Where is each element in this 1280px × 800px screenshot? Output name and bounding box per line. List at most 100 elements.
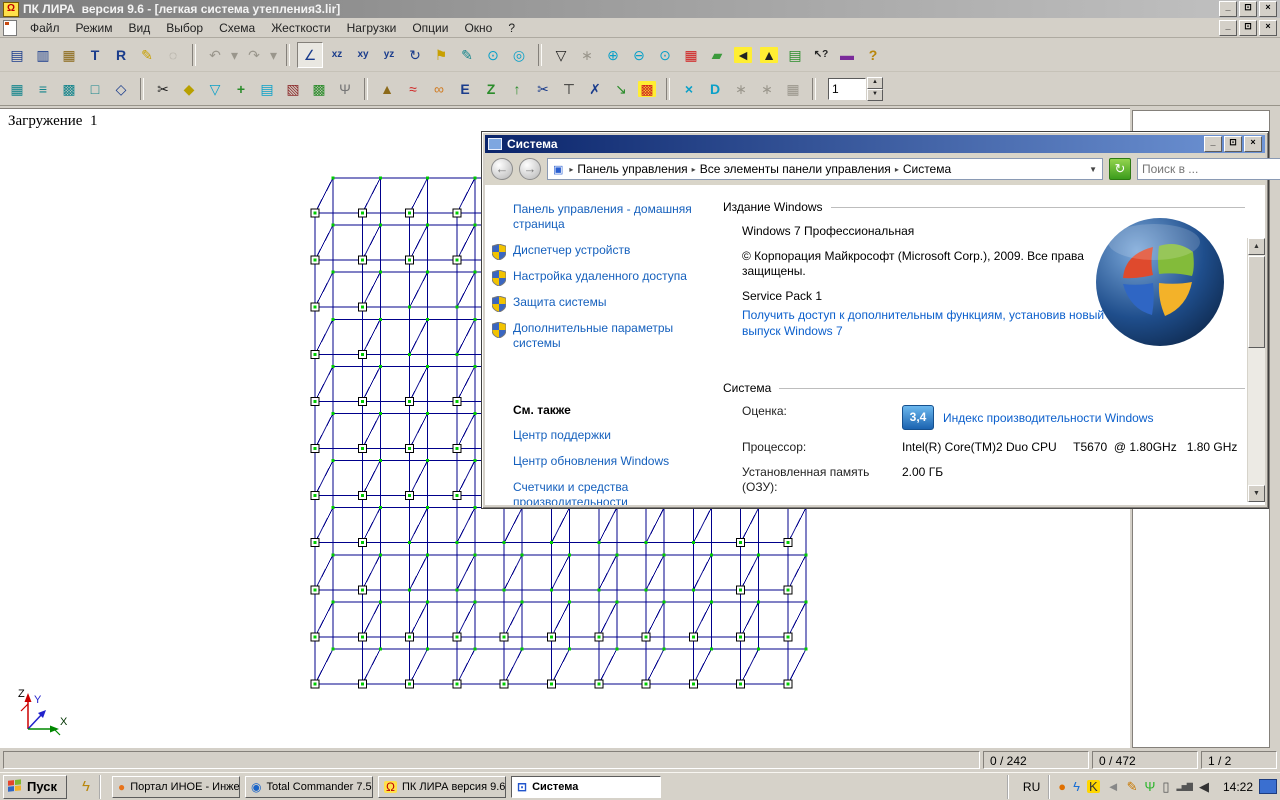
xt-icon[interactable]: ✗ [583, 77, 607, 101]
context-help-icon[interactable]: ↖? [809, 43, 833, 67]
tag-save-icon[interactable]: ▦ [57, 43, 81, 67]
zoom-world-icon[interactable]: ◎ [507, 43, 531, 67]
see-also-link[interactable]: Центр обновления Windows [513, 454, 703, 469]
menu-mode[interactable]: Режим [68, 19, 121, 37]
pencil-icon[interactable]: ✎ [455, 43, 479, 67]
text-document-icon[interactable]: T [83, 43, 107, 67]
star-icon[interactable]: ∗ [575, 43, 599, 67]
tray-volume-icon[interactable]: ◀ [1199, 780, 1209, 793]
mdi-minimize-button[interactable]: _ [1219, 20, 1237, 36]
plate-gen-icon[interactable]: ▩ [57, 77, 81, 101]
loadcase-number-input[interactable] [828, 78, 866, 100]
mdi-document-icon[interactable] [3, 20, 17, 36]
tray-wireless-icon[interactable]: Ψ [1144, 780, 1155, 793]
language-indicator[interactable]: RU [1015, 780, 1048, 794]
restore-button[interactable]: ⊡ [1239, 1, 1257, 17]
nav-home-link[interactable]: Панель управления - домашняя страница [513, 202, 703, 232]
pack-scheme-icon[interactable]: ▩ [307, 77, 331, 101]
load-chain-icon[interactable]: ∞ [427, 77, 451, 101]
close-button[interactable]: × [1259, 1, 1277, 17]
tray-lan-icon[interactable]: ▯ [1162, 780, 1169, 793]
flower2-icon[interactable]: ∗ [755, 77, 779, 101]
flower1-icon[interactable]: ∗ [729, 77, 753, 101]
cross-icon[interactable]: × [677, 77, 701, 101]
breadcrumb[interactable]: ▣ ▸Панель управления▸Все элементы панели… [547, 158, 1103, 180]
fragment-icon[interactable]: ▦ [679, 43, 703, 67]
menu-stiffness[interactable]: Жесткости [263, 19, 338, 37]
spinner-down-icon[interactable]: ▼ [867, 89, 883, 101]
pan-hand-icon[interactable]: ◌ [161, 43, 185, 67]
cut-icon[interactable]: ✂ [151, 77, 175, 101]
scroll-up-icon[interactable]: ▲ [1248, 238, 1265, 255]
docs-d-icon[interactable]: D [703, 77, 727, 101]
scroll-thumb[interactable] [1248, 256, 1265, 348]
menu-scheme[interactable]: Схема [211, 19, 263, 37]
zoom-reset-icon[interactable]: ⊙ [653, 43, 677, 67]
frame-gen-icon[interactable]: ▦ [5, 77, 29, 101]
undo-icon[interactable]: ↶ [203, 43, 227, 67]
unload-icon[interactable]: ✂ [531, 77, 555, 101]
minimize-button[interactable]: _ [1219, 1, 1237, 17]
nav-shield-link[interactable]: Защита системы [513, 295, 703, 310]
copy-fragment-icon[interactable]: ▤ [255, 77, 279, 101]
flower3-icon[interactable]: ▦ [781, 77, 805, 101]
tray-alert-icon[interactable]: K [1087, 780, 1100, 793]
iso-view-icon[interactable]: ∠ [297, 42, 323, 68]
back-button[interactable]: ← [491, 158, 513, 180]
solid-gen-icon[interactable]: ◇ [109, 77, 133, 101]
brush-icon[interactable]: ▰ [705, 43, 729, 67]
see-also-link[interactable]: Центр поддержки [513, 428, 703, 443]
flag-edit-icon[interactable]: ⚑ [429, 43, 453, 67]
add-node-icon[interactable]: + [229, 77, 253, 101]
zoom-out-icon[interactable]: ⊖ [627, 43, 651, 67]
tools-icon[interactable]: Ψ [333, 77, 357, 101]
breadcrumb-segment[interactable]: Панель управления [577, 162, 687, 176]
tower-icon[interactable]: ▲ [757, 43, 781, 67]
breadcrumb-segment[interactable]: Система [903, 162, 951, 176]
load-node-icon[interactable]: ▲ [375, 77, 399, 101]
nav-shield-link[interactable]: Дополнительные параметры системы [513, 321, 703, 351]
breadcrumb-segment[interactable]: Все элементы панели управления [700, 162, 891, 176]
tray-signal-icon[interactable]: ▂▅▇ [1177, 783, 1192, 791]
pack-open-icon[interactable]: ▥ [31, 43, 55, 67]
menu-options[interactable]: Опции [404, 19, 456, 37]
system-minimize-button[interactable]: _ [1204, 136, 1222, 152]
refresh-button[interactable]: ↻ [1109, 158, 1131, 180]
taskbar-totalcmd-button[interactable]: ◉Total Commander 7.56a ... [245, 776, 373, 798]
scroll-down-icon[interactable]: ▼ [1248, 485, 1265, 502]
search-input[interactable] [1138, 162, 1280, 176]
menu-select[interactable]: Выбор [158, 19, 211, 37]
taskbar-clock[interactable]: 14:22 [1223, 780, 1253, 794]
taskbar-system-button[interactable]: ⊡Система [511, 776, 661, 798]
redo-more-icon[interactable]: ▾ [268, 43, 279, 67]
checker-icon[interactable]: ▩ [635, 77, 659, 101]
see-also-link[interactable]: Счетчики и средства производительности [513, 480, 703, 505]
tray-power-icon[interactable]: ϟ [1073, 780, 1080, 793]
menu-window[interactable]: Окно [456, 19, 500, 37]
tray-antivirus-icon[interactable]: ● [1058, 780, 1066, 793]
scrollbar[interactable]: ▲ ▼ [1247, 238, 1265, 502]
undo-more-icon[interactable]: ▾ [229, 43, 240, 67]
spinner-up-icon[interactable]: ▲ [867, 77, 883, 89]
load-line-icon[interactable]: ≈ [401, 77, 425, 101]
load-z-icon[interactable]: Z [479, 77, 503, 101]
quick-launch-icon[interactable]: ϟ [73, 775, 101, 799]
menu-file[interactable]: Файл [22, 19, 68, 37]
menu-loads[interactable]: Нагрузки [339, 19, 405, 37]
taskbar-firefox-button[interactable]: ●Портал ИНОЕ - Инжене... [112, 776, 240, 798]
menu-view[interactable]: Вид [121, 19, 159, 37]
xy-view-icon[interactable]: xy [351, 43, 375, 67]
tray-update-icon[interactable]: ✎ [1127, 780, 1138, 793]
yz-view-icon[interactable]: yz [377, 43, 401, 67]
load-el-icon[interactable]: E [453, 77, 477, 101]
preview-icon[interactable]: R [109, 43, 133, 67]
address-dropdown-icon[interactable]: ▼ [1089, 165, 1097, 174]
mdi-close-button[interactable]: × [1259, 20, 1277, 36]
assemble-icon[interactable]: ◆ [177, 77, 201, 101]
help-icon[interactable]: ? [861, 43, 885, 67]
taskbar-lira-button[interactable]: ΩПК ЛИРА версия 9.6 - [... [378, 776, 506, 798]
help-book-icon[interactable]: ▬ [835, 43, 859, 67]
upgrade-link[interactable]: Получить доступ к дополнительным функция… [742, 307, 1132, 339]
flashlight-icon[interactable]: ◄ [731, 43, 755, 67]
copy-scheme-icon[interactable]: ▧ [281, 77, 305, 101]
